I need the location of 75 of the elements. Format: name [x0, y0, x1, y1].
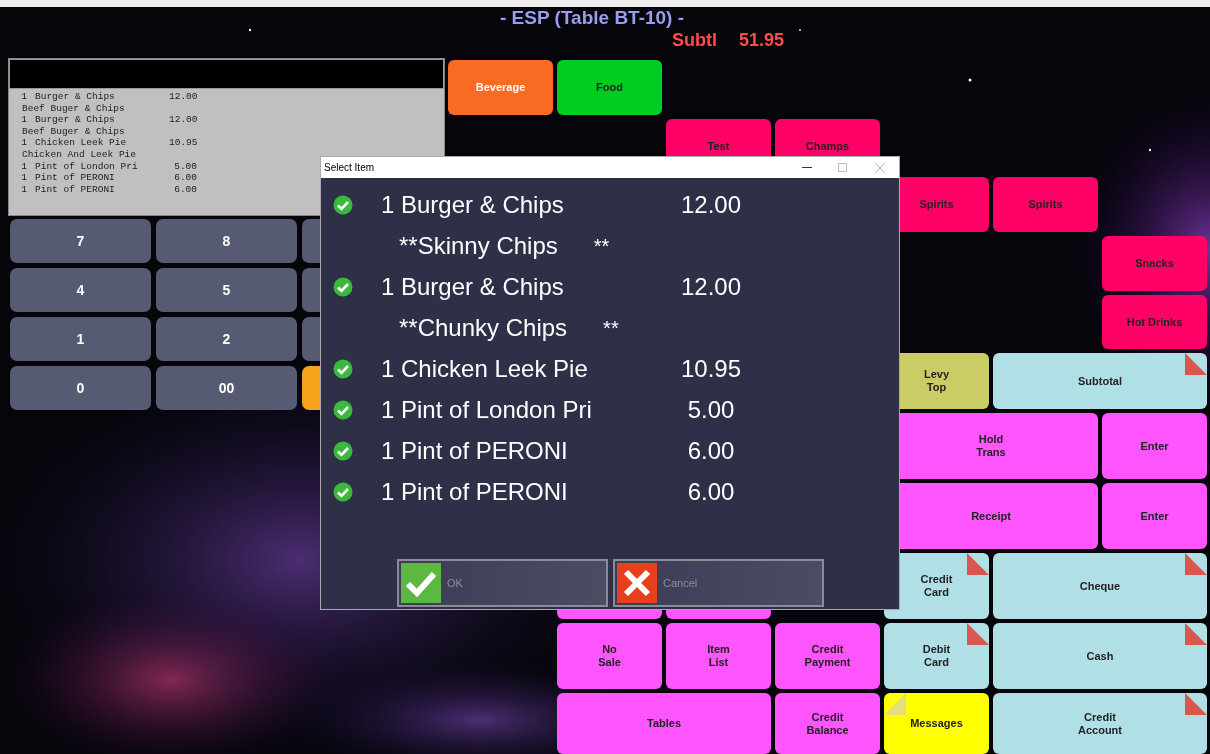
item-quantity: 1: [20, 172, 28, 184]
item-price: 12.00: [169, 114, 197, 126]
item-name: Burger & Chips: [35, 114, 116, 126]
pos-button[interactable]: Food: [557, 60, 662, 115]
item-quantity: 1: [20, 137, 28, 149]
pos-button[interactable]: Snacks: [1102, 236, 1207, 291]
pos-button[interactable]: Hot Drinks: [1102, 295, 1207, 349]
keypad-button[interactable]: 0: [10, 366, 151, 410]
receipt-input-field[interactable]: [9, 59, 444, 89]
pos-button[interactable]: Spirits: [993, 177, 1098, 232]
check-icon: [401, 563, 441, 603]
pos-button[interactable]: Credit Payment: [775, 623, 880, 689]
dialog-item-price: 10.95: [679, 353, 743, 384]
modifier-suffix: **: [603, 315, 619, 341]
dialog-item-price: 6.00: [686, 476, 736, 507]
check-circle-icon[interactable]: [333, 358, 353, 379]
dialog-title: Select Item: [323, 161, 376, 175]
keypad-button[interactable]: 8: [156, 219, 297, 263]
check-circle-icon[interactable]: [333, 194, 353, 215]
item-name: Pint of PERONI: [35, 183, 116, 196]
item-name: Chicken Leek Pie: [35, 137, 128, 149]
modifier-text: **Skinny Chips: [399, 230, 558, 261]
dialog-item-price: 12.00: [679, 189, 743, 220]
item-description: Chicken And Leek Pie: [21, 148, 137, 161]
keypad-button[interactable]: 2: [156, 317, 297, 361]
table-title: - ESP (Table BT-10) -: [499, 7, 685, 29]
dialog-item-price: 5.00: [686, 394, 736, 425]
item-name: Burger & Chips: [35, 91, 116, 103]
dialog-item-price: 12.00: [679, 271, 743, 302]
check-circle-icon[interactable]: [333, 276, 353, 297]
cross-icon: [617, 563, 657, 603]
item-price: 12.00: [169, 91, 197, 103]
dialog-item-name[interactable]: 1 Burger & Chips: [381, 268, 661, 305]
item-description: Beef Buger & Chips: [21, 102, 125, 115]
pos-button[interactable]: Messages: [884, 693, 989, 754]
pos-button[interactable]: Credit Account: [993, 693, 1207, 754]
item-quantity: 1: [20, 183, 28, 196]
item-description: Beef Buger & Chips: [21, 125, 125, 138]
item-quantity: 1: [20, 114, 28, 126]
dialog-item-name[interactable]: 1 Pint of PERONI: [381, 473, 661, 510]
pos-button[interactable]: Tables: [557, 693, 771, 754]
dialog-item-name[interactable]: 1 Burger & Chips: [381, 186, 661, 223]
pos-button[interactable]: Cash: [993, 623, 1207, 689]
pos-button[interactable]: Credit Balance: [775, 693, 880, 754]
modifier-suffix: **: [593, 233, 610, 259]
subtotal-label: Subtl: [672, 29, 717, 51]
subtotal-amount: 51.95: [739, 29, 785, 51]
check-circle-icon[interactable]: [333, 481, 353, 502]
dialog-item-name[interactable]: 1 Pint of PERONI: [381, 432, 661, 469]
keypad-button[interactable]: 1: [10, 317, 151, 361]
pos-button[interactable]: Enter: [1102, 483, 1207, 549]
item-price: 5.00: [173, 160, 197, 173]
item-name: Pint of PERONI: [35, 172, 116, 184]
dialog-item-name[interactable]: 1 Pint of London Pri: [381, 391, 661, 428]
dialog-item-name[interactable]: 1 Chicken Leek Pie: [381, 350, 661, 387]
keypad-button[interactable]: 5: [156, 268, 297, 312]
item-price: 10.95: [169, 137, 197, 149]
pos-button[interactable]: Enter: [1102, 413, 1207, 479]
pos-button[interactable]: Subtotal: [993, 353, 1207, 409]
item-price: 6.00: [173, 172, 197, 184]
pos-button[interactable]: Debit Card: [884, 623, 989, 689]
item-price: 6.00: [173, 183, 197, 196]
item-quantity: 1: [20, 160, 28, 173]
keypad-button[interactable]: 00: [156, 366, 297, 410]
pos-button[interactable]: Item List: [666, 623, 771, 689]
pos-button[interactable]: Cheque: [993, 553, 1207, 619]
check-circle-icon[interactable]: [333, 399, 353, 420]
dialog-item-price: 6.00: [686, 435, 736, 466]
keypad-button[interactable]: 7: [10, 219, 151, 263]
check-circle-icon[interactable]: [333, 440, 353, 461]
pos-button[interactable]: No Sale: [557, 623, 662, 689]
keypad-button[interactable]: 4: [10, 268, 151, 312]
item-quantity: 1: [20, 91, 28, 103]
modifier-text: **Chunky Chips: [399, 312, 568, 343]
item-name: Pint of London Pri: [35, 160, 139, 173]
